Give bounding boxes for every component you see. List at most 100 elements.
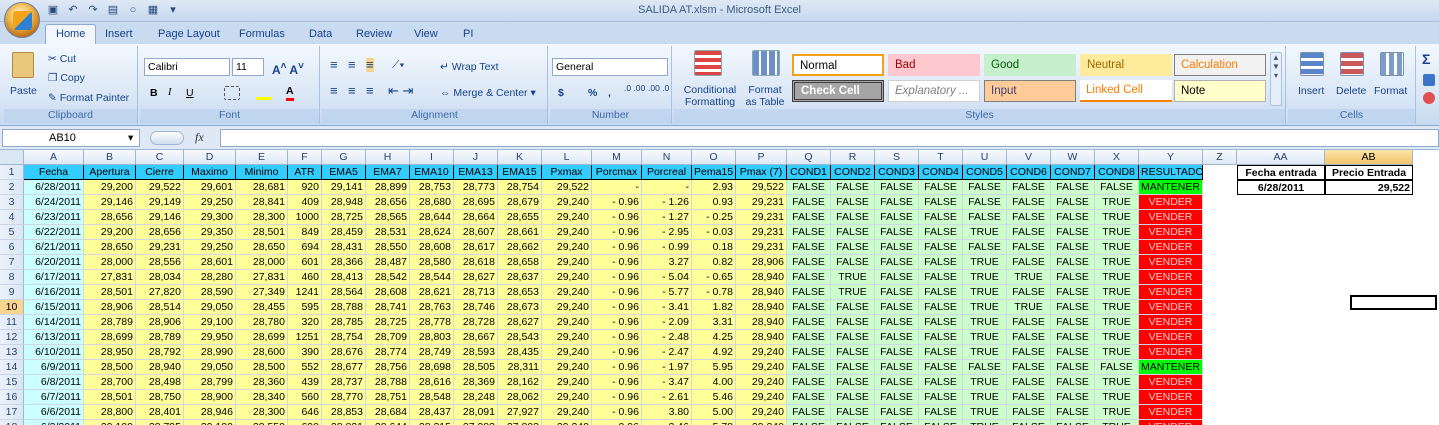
cell-l12[interactable]: 29,240	[542, 330, 592, 345]
cell-e4[interactable]: 28,300	[236, 210, 288, 225]
cell-t4[interactable]: FALSE	[919, 210, 963, 225]
cell-s4[interactable]: FALSE	[875, 210, 919, 225]
cell-j18[interactable]: 27,983	[454, 420, 498, 425]
cell-y7[interactable]: VENDER	[1139, 255, 1203, 270]
cell-d14[interactable]: 29,050	[184, 360, 236, 375]
cell-g10[interactable]: 28,788	[322, 300, 366, 315]
name-box[interactable]: AB10	[2, 129, 140, 147]
cell-n13[interactable]: - 2.47	[642, 345, 692, 360]
cell-j6[interactable]: 28,617	[454, 240, 498, 255]
cell-k9[interactable]: 28,653	[498, 285, 542, 300]
cell-y5[interactable]: VENDER	[1139, 225, 1203, 240]
cell-t3[interactable]: FALSE	[919, 195, 963, 210]
cell-m8[interactable]: - 0.96	[592, 270, 642, 285]
cell-f12[interactable]: 1251	[288, 330, 322, 345]
cell-k4[interactable]: 28,655	[498, 210, 542, 225]
cell-c3[interactable]: 29,149	[136, 195, 184, 210]
cell-c5[interactable]: 28,656	[136, 225, 184, 240]
row-header-3[interactable]: 3	[0, 195, 24, 210]
cell-k2[interactable]: 28,754	[498, 180, 542, 195]
cell-b1[interactable]: Apertura	[84, 165, 136, 180]
cell-x13[interactable]: TRUE	[1095, 345, 1139, 360]
cell-h2[interactable]: 28,899	[366, 180, 410, 195]
cell-q10[interactable]: FALSE	[787, 300, 831, 315]
cell-l4[interactable]: 29,240	[542, 210, 592, 225]
tab-view[interactable]: View	[414, 26, 438, 42]
cell-o14[interactable]: 5.95	[692, 360, 736, 375]
cell-j2[interactable]: 28,773	[454, 180, 498, 195]
align-left-icon[interactable]: ≡	[330, 84, 338, 98]
cell-y9[interactable]: VENDER	[1139, 285, 1203, 300]
cell-y8[interactable]: VENDER	[1139, 270, 1203, 285]
formula-input[interactable]	[220, 129, 1439, 147]
cell-u5[interactable]: TRUE	[963, 225, 1007, 240]
cell-g6[interactable]: 28,431	[322, 240, 366, 255]
cell-c16[interactable]: 28,750	[136, 390, 184, 405]
cell-j13[interactable]: 28,593	[454, 345, 498, 360]
cell-y14[interactable]: MANTENER	[1139, 360, 1203, 375]
align-top-icon[interactable]: ≡	[330, 58, 338, 72]
cell-i18[interactable]: 28,315	[410, 420, 454, 425]
col-header-i[interactable]: I	[410, 150, 454, 165]
cell-h5[interactable]: 28,531	[366, 225, 410, 240]
underline-button[interactable]: U	[186, 86, 194, 100]
cell-q4[interactable]: FALSE	[787, 210, 831, 225]
col-header-t[interactable]: T	[919, 150, 963, 165]
cell-g11[interactable]: 28,785	[322, 315, 366, 330]
cell-m13[interactable]: - 0.96	[592, 345, 642, 360]
tab-insert[interactable]: Insert	[105, 26, 133, 42]
row-header-7[interactable]: 7	[0, 255, 24, 270]
cell-s7[interactable]: FALSE	[875, 255, 919, 270]
cell-b7[interactable]: 28,000	[84, 255, 136, 270]
cell-g16[interactable]: 28,770	[322, 390, 366, 405]
cell-h6[interactable]: 28,550	[366, 240, 410, 255]
cell-n15[interactable]: - 3.47	[642, 375, 692, 390]
cell-r2[interactable]: FALSE	[831, 180, 875, 195]
cell-style-neutral[interactable]: Neutral	[1080, 54, 1172, 76]
cell-n10[interactable]: - 3.41	[642, 300, 692, 315]
number-format-select[interactable]: General	[552, 58, 668, 76]
cell-w17[interactable]: FALSE	[1051, 405, 1095, 420]
cell-u1[interactable]: COND5	[963, 165, 1007, 180]
cell-g9[interactable]: 28,564	[322, 285, 366, 300]
cell-f15[interactable]: 439	[288, 375, 322, 390]
cell-r12[interactable]: FALSE	[831, 330, 875, 345]
cell-r17[interactable]: FALSE	[831, 405, 875, 420]
cell-d9[interactable]: 28,590	[184, 285, 236, 300]
col-header-s[interactable]: S	[875, 150, 919, 165]
cell-e15[interactable]: 28,360	[236, 375, 288, 390]
cell-f7[interactable]: 601	[288, 255, 322, 270]
cell-a8[interactable]: 6/17/2011	[24, 270, 84, 285]
cell-i9[interactable]: 28,621	[410, 285, 454, 300]
row-header-12[interactable]: 12	[0, 330, 24, 345]
format-as-table-button[interactable]: Format as Table	[740, 84, 790, 108]
cell-c7[interactable]: 28,556	[136, 255, 184, 270]
col-header-q[interactable]: Q	[787, 150, 831, 165]
cell-b5[interactable]: 29,200	[84, 225, 136, 240]
cell-l15[interactable]: 29,240	[542, 375, 592, 390]
active-cell-ab10[interactable]	[1350, 295, 1437, 310]
cell-g12[interactable]: 28,754	[322, 330, 366, 345]
cell-style-calculation[interactable]: Calculation	[1174, 54, 1266, 76]
cell-h11[interactable]: 28,725	[366, 315, 410, 330]
cell-j9[interactable]: 28,713	[454, 285, 498, 300]
cell-p11[interactable]: 28,940	[736, 315, 787, 330]
cell-x14[interactable]: FALSE	[1095, 360, 1139, 375]
insert-cells-icon[interactable]	[1300, 52, 1324, 76]
cell-w10[interactable]: FALSE	[1051, 300, 1095, 315]
cell-o17[interactable]: 5.00	[692, 405, 736, 420]
row-header-2[interactable]: 2	[0, 180, 24, 195]
cell-b11[interactable]: 28,789	[84, 315, 136, 330]
cell-x15[interactable]: TRUE	[1095, 375, 1139, 390]
cell-r8[interactable]: TRUE	[831, 270, 875, 285]
col-header-p[interactable]: P	[736, 150, 787, 165]
autosum-button[interactable]: Σ	[1422, 52, 1430, 66]
cell-v8[interactable]: TRUE	[1007, 270, 1051, 285]
cell-g2[interactable]: 29,141	[322, 180, 366, 195]
cell-v16[interactable]: FALSE	[1007, 390, 1051, 405]
cell-g5[interactable]: 28,459	[322, 225, 366, 240]
cell-c10[interactable]: 28,514	[136, 300, 184, 315]
currency-button[interactable]: $	[558, 86, 564, 100]
align-center-icon[interactable]: ≡	[348, 84, 356, 98]
cell-h1[interactable]: EMA7	[366, 165, 410, 180]
